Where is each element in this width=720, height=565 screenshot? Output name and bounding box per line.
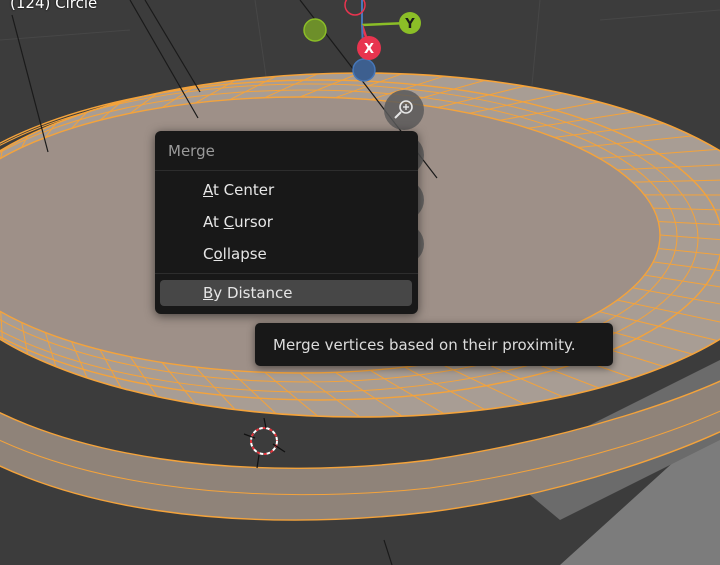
menu-item-label: By Distance bbox=[203, 284, 293, 302]
menu-separator bbox=[155, 273, 418, 274]
menu-item-by-distance[interactable]: By Distance bbox=[160, 280, 412, 306]
menu-item-at-center[interactable]: At Center bbox=[160, 177, 412, 203]
gizmo-x-label: X bbox=[364, 42, 374, 57]
merge-menu: Merge At Center At Cursor Collapse By Di… bbox=[155, 131, 418, 314]
menu-item-label: At Cursor bbox=[203, 213, 273, 231]
3d-viewport[interactable]: Y X (124) Circle Merge At Center At Curs… bbox=[0, 0, 720, 565]
menu-item-at-cursor[interactable]: At Cursor bbox=[160, 209, 412, 235]
menu-item-label: Collapse bbox=[203, 245, 267, 263]
tooltip-text: Merge vertices based on their proximity. bbox=[273, 336, 576, 354]
menu-item-collapse[interactable]: Collapse bbox=[160, 241, 412, 267]
menu-item-label: At Center bbox=[203, 181, 275, 199]
menu-separator bbox=[155, 170, 418, 171]
gizmo-y-label: Y bbox=[404, 17, 415, 32]
tooltip: Merge vertices based on their proximity. bbox=[255, 323, 613, 366]
zoom-button[interactable] bbox=[384, 90, 424, 130]
menu-title: Merge bbox=[168, 142, 215, 160]
object-name-label: (124) Circle bbox=[10, 0, 98, 12]
